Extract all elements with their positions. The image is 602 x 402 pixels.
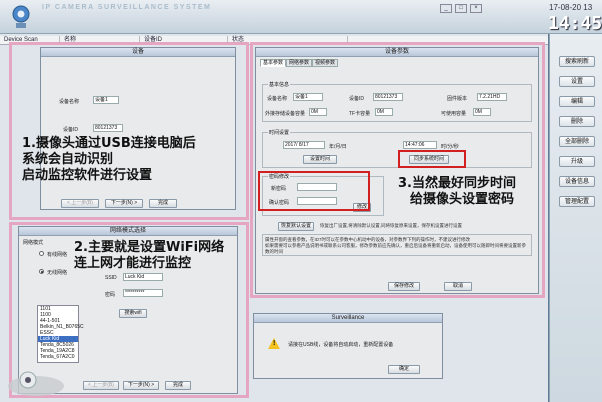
param-name-label: 设备名称 (267, 96, 288, 102)
wifi-finish-button[interactable]: 完成 (165, 381, 191, 390)
wireless-label: 无线网络 (47, 270, 68, 276)
password-field[interactable]: ********** (123, 289, 163, 297)
device-name-label: 设备名称 (59, 99, 80, 105)
warning-icon: ! (268, 338, 280, 349)
delete-all-button[interactable]: 全部删除 (559, 136, 595, 147)
restore-default-button[interactable]: 恢复默认设置 (278, 222, 314, 231)
time-settings-group: 时间设置 2017/ 8/17 年/月/日 14:47:06 时/分/秒 设置时… (262, 129, 532, 168)
free-space-label: 可使用容量 (441, 111, 467, 117)
save-button[interactable]: 保存修改 (388, 282, 420, 291)
firmware-field: 7.2.21HD (477, 93, 507, 101)
basic-info-title: 基本信息 (268, 81, 291, 88)
annotation-step2-line1: 2.主要就是设置WiFi网络 (74, 240, 225, 255)
wifi-dialog-title: 网络模式选择 (19, 227, 237, 236)
device-name-field[interactable]: 设备1 (93, 96, 119, 104)
param-id-label: 设备ID (349, 96, 365, 102)
wired-label: 有线网络 (47, 252, 68, 258)
annotation-step1-line1: 1.摄像头通过USB连接电脑后 (22, 136, 196, 151)
firmware-label: 固件版本 (447, 96, 468, 102)
annotation-step1: 1.摄像头通过USB连接电脑后 系统会自动识别 启动监控软件进行设置 (22, 136, 196, 184)
param-name-field[interactable]: 设备1 (293, 93, 323, 101)
restore-note: 恢复出厂设置,将清除默认设置,同将恢复原来设置，保存机设置进行设置 (320, 223, 462, 228)
tf-card-label: TF卡容量 (349, 111, 371, 117)
basic-info-group: 基本信息 设备名称 设备1 设备ID 80121373 固件版本 7.2.21H… (262, 81, 532, 122)
message-dialog-title: Surveillance (254, 314, 442, 323)
upgrade-button[interactable]: 升级 (559, 156, 595, 167)
annotation-step2: 2.主要就是设置WiFi网络 连上网才能进行监控 (74, 240, 224, 272)
finish-button[interactable]: 完成 (149, 199, 177, 208)
device-dialog: 设备 设备名称 设备1 设备ID 80121373 < 上一步(B) 下一步(N… (40, 47, 236, 210)
wired-radio[interactable] (39, 251, 44, 256)
params-dialog-title: 设备参数 (256, 48, 538, 57)
ext-storage-label: 外接存储设备容量 (265, 111, 306, 117)
param-id-field: 80121373 (373, 93, 403, 101)
search-wifi-button[interactable]: 搜索wifi (119, 309, 147, 318)
date-picker[interactable]: 2017/ 8/17 (283, 141, 325, 149)
ext-storage-field: 0M (309, 108, 327, 116)
sync-highlight (398, 150, 466, 168)
manage-config-button[interactable]: 管理配置 (559, 196, 595, 207)
device-dialog-title: 设备 (41, 48, 235, 57)
date-display: 17-08-20 13 (549, 3, 593, 12)
search-refresh-button[interactable]: 搜索刷新 (559, 56, 595, 67)
password-label: 密码 (105, 292, 116, 298)
app-title: IP CAMERA SURVEILLANCE SYSTEM (42, 4, 212, 11)
cancel-button[interactable]: 取消 (444, 282, 472, 291)
app-logo-icon (12, 5, 30, 28)
camera-decoration-icon (8, 371, 64, 396)
tab-basic[interactable]: 基本参数 (260, 59, 287, 67)
time-settings-title: 时间设置 (268, 129, 291, 136)
annotation-step2-line2: 连上网才能进行监控 (74, 256, 192, 271)
network-mode-label: 网络模式 (23, 240, 44, 246)
wifi-next-button[interactable]: 下一步(N) > (123, 381, 159, 390)
ssid-label: SSID (105, 275, 117, 281)
next-button[interactable]: 下一步(N) > (105, 199, 143, 208)
annotation-step1-line3: 启动监控软件进行设置 (22, 168, 153, 183)
set-time-button[interactable]: 设置时间 (303, 155, 337, 164)
close-button[interactable]: × (470, 4, 482, 13)
clock-display: 14:45 (548, 13, 602, 34)
ymd-label: 年/月/日 (329, 144, 347, 150)
device-id-field[interactable]: 80121373 (93, 124, 123, 132)
device-info-button[interactable]: 设备信息 (559, 176, 595, 187)
window-controls: _ □ × (440, 4, 482, 13)
message-text: 请接在USB线，设备将自动启动，重新配置设备 (288, 342, 394, 348)
delete-button[interactable]: 删除 (559, 116, 595, 127)
annotation-step3-line2: 给摄像头设置密码 (410, 192, 515, 207)
message-dialog: Surveillance ! 请接在USB线，设备将自动启动，重新配置设备 确定 (253, 313, 443, 379)
ok-button[interactable]: 确定 (388, 365, 420, 374)
minimize-button[interactable]: _ (440, 4, 452, 13)
prev-button[interactable]: < 上一步(B) (61, 199, 99, 208)
ssid-field[interactable]: Luck Kid (123, 273, 163, 281)
tab-video[interactable]: 视频参数 (312, 59, 339, 67)
free-space-field: 0M (473, 108, 491, 116)
password-highlight (258, 171, 370, 211)
annotation-step3-line1: 3.当然最好同步时间 (398, 176, 516, 191)
hms-label: 时/分/秒 (441, 144, 459, 150)
time-picker[interactable]: 14:47:06 (403, 141, 437, 149)
tab-network[interactable]: 网络参数 (286, 59, 313, 67)
settings-button[interactable]: 设置 (559, 76, 595, 87)
title-bar: IP CAMERA SURVEILLANCE SYSTEM _ □ × 17-0… (0, 0, 602, 34)
maximize-button[interactable]: □ (455, 4, 467, 13)
tf-card-field: 0M (375, 108, 393, 116)
device-id-label: 设备ID (63, 127, 79, 133)
annotation-step3: 3.当然最好同步时间 给摄像头设置密码 (398, 176, 516, 208)
edit-button[interactable]: 编辑 (559, 96, 595, 107)
annotation-step1-line2: 系统会自动识别 (22, 152, 114, 167)
wireless-radio[interactable] (39, 269, 44, 274)
params-notes: 属性开窗的查看参数，在ID7时可以在参数中心机动中的设备，对参数界下列的操作时，… (262, 234, 532, 256)
wifi-network-list[interactable]: 1101 1100 44-1-501 Belkin_N1_B0765C ESSC… (37, 305, 84, 363)
wifi-prev-button[interactable]: < 上一步(B) (83, 381, 119, 390)
sidebar: 搜索刷新 设置 编辑 删除 全部删除 升级 设备信息 管理配置 (549, 34, 602, 402)
